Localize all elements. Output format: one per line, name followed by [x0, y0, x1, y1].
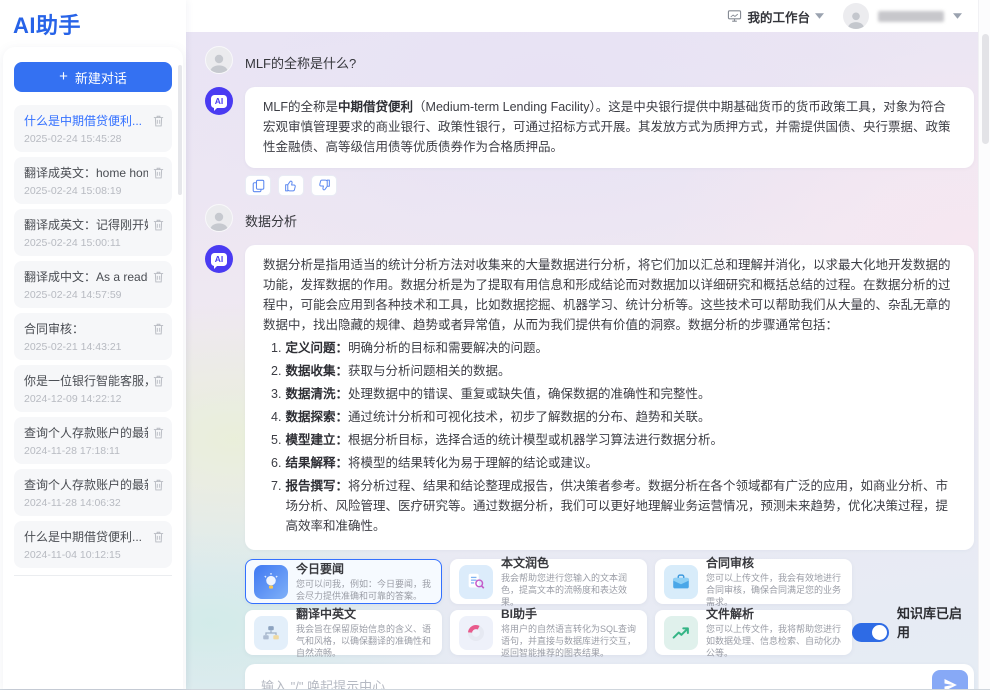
feature-card-translate[interactable]: 翻译中英文我会旨在保留原始信息的含义、语气和风格，以确保翻译的准确性和自然流畅。 — [245, 610, 442, 655]
conversation-item[interactable]: 你是一位银行智能客服，... 2024-12-09 14:22:12 — [14, 365, 172, 412]
message-actions — [245, 175, 974, 196]
user-message-row: 数据分析 — [205, 204, 974, 232]
composer[interactable]: 输入 "/" 唤起提示中心 — [245, 664, 974, 689]
paper-plane-icon — [942, 677, 959, 689]
trash-icon[interactable] — [152, 322, 165, 336]
list-item: 1.定义问题：明确分析的目标和需要解决的问题。 — [271, 338, 956, 358]
list-item: 2.数据收集：获取与分析问题相关的数据。 — [271, 361, 956, 381]
knowledge-toggle-zone: 知识库已启用 — [852, 559, 974, 655]
user-message-text: MLF的全称是什么? — [245, 46, 356, 72]
sidebar: AI助手 + 新建对话 什么是中期借贷便利... 2025-02-24 15:4… — [0, 0, 186, 689]
ai-avatar-label: AI — [211, 253, 227, 266]
feature-card-polish[interactable]: 本文润色我会帮助您进行您输入的文本润色，提高文本的流畅度和表达效果。 — [450, 559, 647, 604]
user-avatar[interactable] — [843, 3, 869, 29]
briefcase-icon — [664, 565, 698, 599]
list-item: 6.结果解释：将模型的结果转化为易于理解的结论或建议。 — [271, 453, 956, 473]
app-window: AI助手 + 新建对话 什么是中期借贷便利... 2025-02-24 15:4… — [0, 0, 990, 689]
lightbulb-icon — [254, 565, 288, 599]
ai-avatar-label: AI — [211, 95, 227, 108]
trash-icon[interactable] — [152, 114, 165, 128]
topbar: 我的工作台 — [186, 0, 990, 32]
knowledge-toggle[interactable] — [852, 623, 889, 642]
copy-icon — [252, 179, 265, 193]
ai-message-row: AI MLF的全称是中期借贷便利（Medium-term Lending Fac… — [205, 87, 974, 168]
trash-icon[interactable] — [152, 218, 165, 232]
ai-message-row: AI 数据分析是指用适当的统计分析方法对收集来的大量数据进行分析，将它们加以汇总… — [205, 245, 974, 550]
page-scrollbar[interactable] — [978, 0, 990, 689]
trash-icon[interactable] — [152, 166, 165, 180]
list-item: 3.数据清洗：处理数据中的错误、重复或缺失值，确保数据的准确性和完整性。 — [271, 384, 956, 404]
main-area: 我的工作台 MLF的全称是什么? AI — [186, 0, 990, 689]
user-message-avatar — [205, 204, 233, 232]
conversation-item[interactable]: 什么是中期借贷便利... 2025-02-24 15:45:28 — [14, 105, 172, 152]
username-redacted — [878, 11, 944, 22]
thumbs-up-icon — [284, 179, 298, 192]
new-chat-label: 新建对话 — [75, 68, 127, 87]
sidebar-scrollbar[interactable] — [178, 65, 182, 195]
thumbs-up-button[interactable] — [278, 175, 304, 196]
thumbs-down-icon — [317, 179, 331, 192]
ai-message-text: MLF的全称是 — [263, 100, 338, 114]
conversation-item[interactable]: 翻译成英文：home home 2025-02-24 15:08:19 — [14, 157, 172, 204]
ai-message-intro: 数据分析是指用适当的统计分析方法对收集来的大量数据进行分析，将它们加以汇总和理解… — [263, 255, 956, 335]
user-message-row: MLF的全称是什么? — [205, 46, 974, 74]
feature-grid-zone: 今日要闻您可以问我，例如：今日要闻，我会尽力提供准确和可靠的答案。 本文润色我会… — [245, 559, 974, 655]
composer-placeholder: 输入 "/" 唤起提示中心 — [261, 676, 385, 690]
list-item: 7.报告撰写：将分析过程、结果和结论整理成报告，供决策者参考。数据分析在各个领域… — [271, 476, 956, 536]
feature-card-contract[interactable]: 合同审核您可以上传文件，我会有效地进行合同审核，确保合同满足您的业务需求。 — [655, 559, 852, 604]
doc-search-icon — [459, 565, 493, 599]
copy-button[interactable] — [245, 175, 271, 196]
send-button[interactable] — [932, 670, 968, 689]
feature-card-news[interactable]: 今日要闻您可以问我，例如：今日要闻，我会尽力提供准确和可靠的答案。 — [245, 559, 442, 604]
trash-icon[interactable] — [152, 426, 165, 440]
conversation-item[interactable]: 合同审核： 2025-02-21 14:43:21 — [14, 313, 172, 360]
knowledge-toggle-label: 知识库已启用 — [897, 603, 974, 641]
conversation-item[interactable]: 翻译成中文：As a reader... 2025-02-24 14:57:59 — [14, 261, 172, 308]
conversation-item[interactable]: 查询个人存款账户的最新... 2024-11-28 17:18:11 — [14, 417, 172, 464]
feature-card-bi[interactable]: BI助手将用户的自然语言转化为SQL查询语句，并直接与数据库进行交互，返回智能推… — [450, 610, 647, 655]
page-scrollbar-thumb[interactable] — [982, 34, 989, 144]
chevron-down-icon[interactable] — [953, 13, 962, 19]
list-item: 5.模型建立：根据分析目标，选择合适的统计模型或机器学习算法进行数据分析。 — [271, 430, 956, 450]
trend-arrow-icon — [664, 616, 698, 650]
list-item: 4.数据探索：通过统计分析和可视化技术，初步了解数据的分布、趋势和关联。 — [271, 407, 956, 427]
chat-area: MLF的全称是什么? AI MLF的全称是中期借贷便利（Medium-term … — [186, 32, 990, 689]
ai-message-card: MLF的全称是中期借贷便利（Medium-term Lending Facili… — [245, 87, 974, 168]
workspace-menu[interactable]: 我的工作台 — [727, 7, 824, 26]
ai-message-bold: 中期借贷便利 — [338, 100, 413, 114]
monitor-icon — [727, 9, 742, 23]
sidebar-panel: + 新建对话 什么是中期借贷便利... 2025-02-24 15:45:28 … — [3, 47, 183, 689]
user-message-text: 数据分析 — [245, 204, 297, 230]
plus-icon: + — [59, 68, 68, 85]
trash-icon[interactable] — [152, 270, 165, 284]
new-chat-button[interactable]: + 新建对话 — [14, 62, 172, 92]
conversation-list: 什么是中期借贷便利... 2025-02-24 15:45:28 翻译成英文：h… — [14, 105, 172, 568]
feature-card-fileparse[interactable]: 文件解析您可以上传文件，我将帮助您进行如数据处理、信息检索、自动化办公等。 — [655, 610, 852, 655]
chevron-down-icon — [815, 13, 824, 19]
app-logo: AI助手 — [0, 0, 186, 45]
ai-avatar: AI — [205, 87, 233, 115]
feature-grid: 今日要闻您可以问我，例如：今日要闻，我会尽力提供准确和可靠的答案。 本文润色我会… — [245, 559, 852, 655]
trash-icon[interactable] — [152, 374, 165, 388]
ai-message-card: 数据分析是指用适当的统计分析方法对收集来的大量数据进行分析，将它们加以汇总和理解… — [245, 245, 974, 550]
donut-chart-icon — [459, 616, 493, 650]
conversation-item[interactable]: 翻译成英文：记得刚开始... 2025-02-24 15:00:11 — [14, 209, 172, 256]
conversation-item[interactable]: 查询个人存款账户的最新... 2024-11-28 14:06:32 — [14, 469, 172, 516]
sidebar-divider — [14, 575, 172, 576]
analysis-steps-list: 1.定义问题：明确分析的目标和需要解决的问题。 2.数据收集：获取与分析问题相关… — [263, 338, 956, 536]
user-message-avatar — [205, 46, 233, 74]
conversation-item[interactable]: 什么是中期借贷便利... 2024-11-04 10:12:15 — [14, 521, 172, 568]
flowchart-icon — [254, 616, 288, 650]
ai-avatar: AI — [205, 245, 233, 273]
trash-icon[interactable] — [152, 530, 165, 544]
workspace-label: 我的工作台 — [747, 7, 810, 26]
thumbs-down-button[interactable] — [311, 175, 337, 196]
trash-icon[interactable] — [152, 478, 165, 492]
